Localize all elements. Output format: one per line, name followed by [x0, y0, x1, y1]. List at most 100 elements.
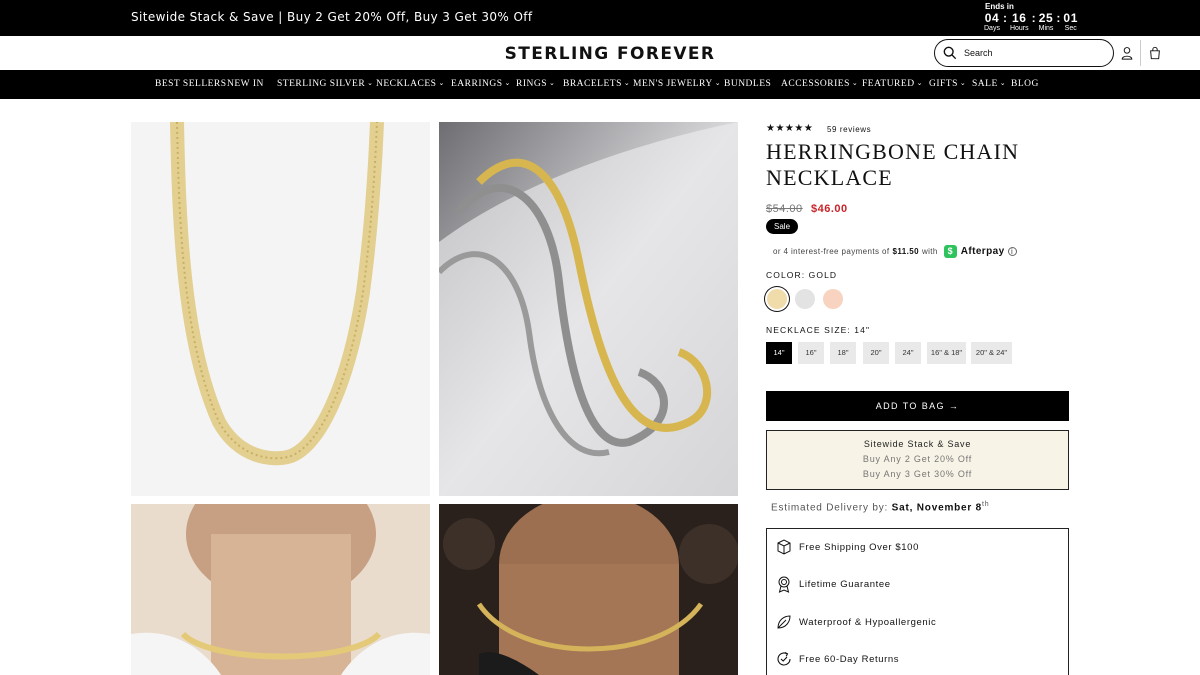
chevron-down-icon: ⌄: [916, 79, 923, 87]
size-option-14[interactable]: 14": [766, 342, 792, 364]
chevron-down-icon: ⌄: [959, 79, 967, 87]
site-header: STERLING FOREVER: [0, 36, 1200, 70]
countdown-separator: :: [1056, 11, 1061, 25]
nav-item-bundles[interactable]: BUNDLES: [724, 79, 771, 89]
promo-text[interactable]: Sitewide Stack & Save | Buy 2 Get 20% Of…: [131, 10, 533, 24]
nav-item-label: BEST SELLERS: [155, 79, 227, 89]
countdown-ends-label: Ends in: [985, 2, 1014, 11]
afterpay-amount: $11.50: [892, 247, 919, 256]
nav-item-label: ACCESSORIES: [781, 79, 850, 89]
perk-label: Free 60-Day Returns: [799, 653, 900, 665]
search-bar[interactable]: [934, 39, 1114, 67]
countdown-days-label: Days: [984, 25, 1000, 32]
estimated-delivery: Estimated Delivery by: Sat, November 8th: [771, 501, 990, 513]
nav-item-label: BLOG: [1011, 79, 1039, 89]
perk-waterproof: Waterproof & Hypoallergenic: [775, 613, 936, 631]
delivery-date: Sat, November 8: [891, 502, 983, 514]
perk-label: Lifetime Guarantee: [799, 578, 891, 590]
nav-item-bracelets[interactable]: BRACELETS ⌄: [563, 79, 630, 89]
afterpay-message: or 4 interest-free payments of $11.50 wi…: [773, 245, 1017, 258]
chevron-down-icon: ⌄: [999, 79, 1007, 87]
add-to-bag-button[interactable]: ADD TO BAG →: [766, 391, 1069, 421]
product-image-1[interactable]: [131, 122, 430, 496]
color-swatch-gold[interactable]: [767, 289, 787, 309]
delivery-label: Estimated Delivery by:: [771, 502, 889, 514]
color-swatch-rose-gold[interactable]: [823, 289, 843, 309]
product-title: HERRINGBONE CHAIN NECKLACE: [766, 139, 1066, 191]
nav-item-sterling-silver[interactable]: STERLING SILVER ⌄: [277, 79, 374, 89]
nav-item-best-sellers[interactable]: BEST SELLERS: [155, 79, 227, 89]
info-icon[interactable]: i: [1007, 247, 1017, 256]
chevron-down-icon: ⌄: [504, 79, 511, 87]
nav-item-gifts[interactable]: GIFTS ⌄: [929, 79, 966, 89]
stack-save-box: Sitewide Stack & Save Buy Any 2 Get 20% …: [766, 430, 1069, 490]
size-option-16[interactable]: 16": [798, 342, 824, 364]
chevron-down-icon: ⌄: [623, 79, 631, 87]
afterpay-brand: Afterpay: [960, 246, 1005, 257]
nav-item-label: FEATURED: [862, 79, 915, 89]
nav-item-featured[interactable]: FEATURED ⌄: [862, 79, 923, 89]
size-option-16-18[interactable]: 16" & 18": [927, 342, 966, 364]
nav-item-label: BUNDLES: [724, 79, 772, 89]
countdown-mins: 25: [1038, 11, 1054, 25]
countdown-separator: :: [1031, 11, 1036, 25]
countdown-timer: Ends in 04 Days : 16 Hours : 25 Mins : 01 Se…: [984, 2, 1078, 33]
perk-free-shipping: Free Shipping Over $100: [775, 538, 919, 556]
stack-save-line: Buy Any 2 Get 20% Off: [862, 454, 973, 464]
nav-item-label: BRACELETS: [563, 79, 622, 89]
product-image-2[interactable]: [439, 122, 738, 496]
original-price: $54.00: [766, 203, 803, 215]
size-option-24[interactable]: 24": [895, 342, 921, 364]
rating-stars[interactable]: ★★★★★: [766, 123, 813, 134]
nav-item-sale[interactable]: SALE ⌄: [972, 79, 1006, 89]
nav-item-necklaces[interactable]: NECKLACES ⌄: [376, 79, 445, 89]
stack-save-line: Buy Any 3 Get 30% Off: [862, 469, 973, 479]
product-image-4[interactable]: [439, 504, 738, 675]
nav-item-earrings[interactable]: EARRINGS ⌄: [451, 79, 511, 89]
countdown-hours: 16: [1012, 11, 1027, 25]
afterpay-with: with: [921, 247, 938, 256]
chevron-down-icon: ⌄: [549, 79, 556, 87]
perk-free-returns: Free 60-Day Returns: [775, 650, 899, 668]
header-divider: [1140, 40, 1141, 66]
nav-item-rings[interactable]: RINGS ⌄: [516, 79, 555, 89]
color-label: COLOR: GOLD: [766, 270, 838, 280]
search-input[interactable]: [964, 48, 1094, 58]
perk-label: Waterproof & Hypoallergenic: [799, 616, 937, 628]
product-image-3[interactable]: [131, 504, 430, 675]
stack-save-title: Sitewide Stack & Save: [863, 439, 972, 449]
chevron-down-icon: ⌄: [367, 79, 374, 87]
perk-lifetime-guarantee: Lifetime Guarantee: [775, 575, 891, 593]
nav-item-new-in[interactable]: NEW IN: [227, 79, 264, 89]
sale-badge: Sale: [766, 219, 799, 234]
nav-item-label: NEW IN: [227, 79, 264, 89]
countdown-secs: 01: [1063, 11, 1078, 25]
search-icon[interactable]: [943, 46, 957, 60]
nav-item-blog[interactable]: BLOG: [1011, 79, 1039, 89]
nav-item-label: MEN'S JEWELRY: [633, 79, 713, 89]
nav-item-label: RINGS: [516, 79, 548, 89]
countdown-hours-label: Hours: [1009, 25, 1029, 32]
nav-item-label: EARRINGS: [451, 79, 503, 89]
nav-item-accessories[interactable]: ACCESSORIES ⌄: [781, 79, 858, 89]
color-swatch-silver[interactable]: [795, 289, 815, 309]
size-label: NECKLACE SIZE: 14": [766, 325, 871, 335]
afterpay-logo-icon: $: [943, 245, 957, 258]
nav-item-label: SALE: [972, 79, 998, 89]
main-nav: BEST SELLERS NEW IN STERLING SILVER ⌄ NEC…: [0, 70, 1200, 99]
size-option-18[interactable]: 18": [830, 342, 856, 364]
account-icon[interactable]: [1120, 46, 1134, 60]
reviews-link[interactable]: 59 reviews: [827, 125, 871, 134]
size-option-20-24[interactable]: 20" & 24": [971, 342, 1012, 364]
bag-icon[interactable]: [1148, 46, 1162, 60]
nav-item-label: GIFTS: [929, 79, 958, 89]
size-option-20[interactable]: 20": [863, 342, 889, 364]
nav-item-mens-jewelry[interactable]: MEN'S JEWELRY ⌄: [633, 79, 721, 89]
countdown-separator: :: [1002, 11, 1007, 25]
box-icon: [777, 539, 791, 555]
countdown-mins-label: Mins: [1038, 25, 1054, 32]
countdown-days: 04: [984, 11, 1000, 25]
promo-bar: Sitewide Stack & Save | Buy 2 Get 20% Of…: [0, 0, 1200, 36]
nav-item-label: NECKLACES: [376, 79, 437, 89]
afterpay-prefix: or 4 interest-free payments of: [773, 247, 890, 256]
